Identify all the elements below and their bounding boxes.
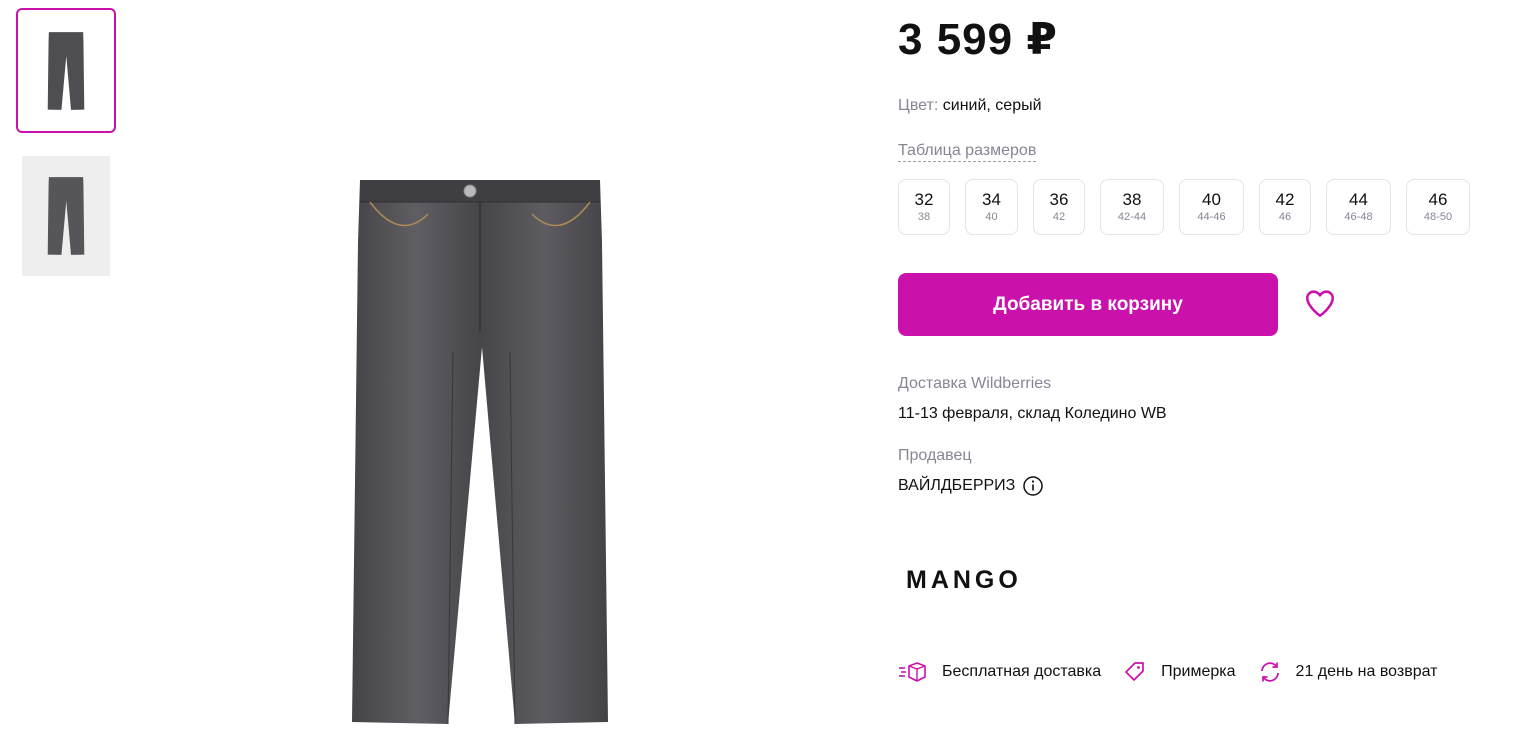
price-tag-icon — [1125, 662, 1145, 681]
perks-bar: Бесплатная доставка Примерка 21 день на … — [898, 660, 1459, 684]
heart-icon[interactable] — [1302, 286, 1338, 320]
size-option[interactable]: 40 44-46 — [1179, 179, 1244, 235]
delivery-truck-icon — [899, 662, 926, 682]
size-intl: 38 — [917, 211, 931, 223]
add-to-cart-button[interactable]: Добавить в корзину — [898, 273, 1278, 336]
size-table-link[interactable]: Таблица размеров — [898, 142, 1037, 162]
size-intl: 42-44 — [1117, 211, 1147, 223]
size-option[interactable]: 38 42-44 — [1100, 179, 1164, 235]
product-price: 3 599 ₽ — [898, 15, 1058, 64]
seller-value[interactable]: ВАЙЛДБЕРРИЗ — [898, 477, 1015, 495]
color-value: синий, серый — [942, 97, 1042, 114]
thumbnail-2[interactable] — [22, 156, 110, 276]
size-ru: 46 — [1428, 190, 1448, 209]
delivery-label: Доставка Wildberries — [898, 375, 1052, 392]
size-option[interactable]: 36 42 — [1033, 179, 1085, 235]
info-icon[interactable] — [1022, 475, 1044, 497]
size-intl: 44-46 — [1197, 211, 1226, 223]
size-intl: 40 — [985, 211, 998, 223]
size-ru: 34 — [982, 190, 1001, 209]
perk-label: 21 день на возврат — [1295, 663, 1438, 680]
size-ru: 40 — [1202, 190, 1221, 209]
perk-label: Бесплатная доставка — [942, 663, 1102, 680]
perk-fitting: Примерка — [1123, 660, 1236, 684]
size-option[interactable]: 32 38 — [898, 179, 950, 235]
jeans-thumbnail-icon — [47, 177, 85, 255]
product-main-image[interactable] — [340, 172, 620, 732]
size-intl: 42 — [1052, 211, 1066, 223]
thumbnail-1[interactable] — [16, 8, 116, 133]
size-option[interactable]: 46 48-50 — [1406, 179, 1470, 235]
size-option[interactable]: 44 46-48 — [1326, 179, 1391, 235]
color-label: Цвет: — [898, 97, 939, 114]
return-arrows-icon — [1260, 662, 1279, 682]
seller-label: Продавец — [898, 447, 972, 464]
color-line: Цвет: синий, серый — [898, 97, 1042, 115]
perk-free-delivery: Бесплатная доставка — [898, 660, 1101, 684]
jeans-thumbnail-icon — [47, 31, 85, 110]
size-ru: 36 — [1049, 190, 1069, 209]
size-option[interactable]: 42 46 — [1259, 179, 1311, 235]
size-ru: 32 — [914, 190, 934, 209]
size-ru: 38 — [1122, 190, 1142, 209]
size-intl: 46-48 — [1344, 211, 1373, 223]
size-option[interactable]: 34 40 — [965, 179, 1018, 235]
size-intl: 48-50 — [1423, 211, 1453, 223]
size-ru: 42 — [1275, 190, 1295, 209]
delivery-value: 11-13 февраля, склад Коледино WB — [898, 405, 1167, 422]
perk-return: 21 день на возврат — [1258, 660, 1438, 684]
size-intl: 46 — [1278, 211, 1292, 223]
brand-logo[interactable]: MANGO — [906, 563, 1046, 597]
size-ru: 44 — [1349, 190, 1368, 209]
perk-label: Примерка — [1161, 663, 1236, 680]
brand-logo-text: MANGO — [906, 566, 1022, 594]
size-selector: 32 38 34 40 36 42 38 42-44 40 44-46 42 4… — [898, 179, 1470, 235]
